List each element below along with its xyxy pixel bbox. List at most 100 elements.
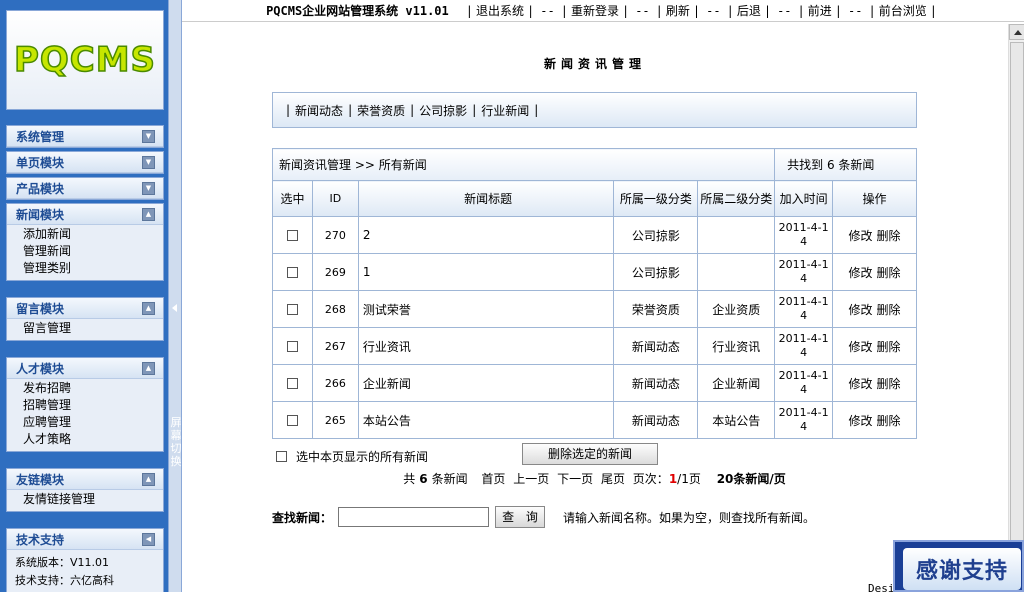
separator: | xyxy=(621,3,630,18)
menu-head-label: 新闻模块 xyxy=(16,207,65,222)
row-category1: 公司掠影 xyxy=(613,253,699,291)
menu-item-message-manage[interactable]: 留言管理 xyxy=(23,320,163,337)
separator: | xyxy=(560,3,568,18)
edit-link[interactable]: 修改 xyxy=(849,377,873,391)
delete-link[interactable]: 删除 xyxy=(877,377,901,391)
menu-head-label: 人才模块 xyxy=(16,361,65,376)
breadcrumb: 新闻资讯管理 >> 所有新闻 xyxy=(271,148,776,181)
pager-total-pages: /1页 xyxy=(677,472,701,486)
search-button[interactable]: 查 询 xyxy=(495,506,546,528)
menu-item-application-manage[interactable]: 应聘管理 xyxy=(23,414,163,431)
pager-prev[interactable]: 上一页 xyxy=(513,472,549,486)
front-preview-link[interactable]: 前台浏览 xyxy=(879,2,927,19)
row-time: 2011-4-14 xyxy=(774,290,834,328)
edit-link[interactable]: 修改 xyxy=(849,340,873,354)
row-category1: 新闻动态 xyxy=(613,401,699,439)
menu-head-news[interactable]: 新闻模块 ▲ xyxy=(7,204,163,225)
thanks-badge[interactable]: 感谢支持 xyxy=(893,540,1024,592)
row-checkbox[interactable] xyxy=(286,378,298,389)
edit-link[interactable]: 修改 xyxy=(849,303,873,317)
menu-items: 友情链接管理 xyxy=(7,490,163,511)
row-id: 268 xyxy=(311,290,359,328)
menu-item-job-manage[interactable]: 招聘管理 xyxy=(23,397,163,414)
row-checkbox[interactable] xyxy=(286,230,298,241)
chevron-up-icon[interactable]: ▲ xyxy=(142,361,155,375)
edit-link[interactable]: 修改 xyxy=(849,414,873,428)
menu-head-talent[interactable]: 人才模块 ▲ xyxy=(7,358,163,379)
pager-next[interactable]: 下一页 xyxy=(557,472,593,486)
category-link[interactable]: 新闻动态 xyxy=(295,102,343,119)
chevron-up-icon[interactable]: ▲ xyxy=(142,301,155,315)
menu-item-add-news[interactable]: 添加新闻 xyxy=(23,226,163,243)
select-all-checkbox[interactable] xyxy=(276,451,287,462)
row-actions: 修改 删除 xyxy=(832,401,917,439)
menu-head-support[interactable]: 技术支持 ◀ xyxy=(7,529,163,550)
menu-head-label: 产品模块 xyxy=(16,181,65,196)
chevron-down-icon[interactable]: ▼ xyxy=(142,181,155,195)
table-row: 269 1 公司掠影 2011-4-14 修改 删除 xyxy=(272,253,917,291)
table-row: 267 行业资讯 新闻动态 行业资讯 2011-4-14 修改 删除 xyxy=(272,327,917,365)
menu-head-system[interactable]: 系统管理 ▼ xyxy=(7,126,163,147)
vertical-scrollbar[interactable] xyxy=(1008,24,1024,592)
chevron-left-icon[interactable]: ◀ xyxy=(142,532,155,546)
delete-link[interactable]: 删除 xyxy=(877,340,901,354)
chevron-up-icon[interactable]: ▲ xyxy=(142,207,155,221)
pager-total: 6 xyxy=(419,472,428,486)
chevron-up-icon[interactable]: ▲ xyxy=(142,472,155,486)
column-header-actions: 操作 xyxy=(832,180,917,217)
category-link[interactable]: 行业新闻 xyxy=(481,102,529,119)
search-input[interactable] xyxy=(338,507,490,527)
menu-item-talent-strategy[interactable]: 人才策略 xyxy=(23,431,163,448)
pager-per-page: 20条新闻/页 xyxy=(716,472,786,486)
select-all[interactable]: 选中本页显示的所有新闻 xyxy=(276,448,428,465)
menu-head-message[interactable]: 留言模块 ▲ xyxy=(7,298,163,319)
row-select-cell xyxy=(272,401,313,439)
row-category2 xyxy=(697,216,776,254)
screen-switch-label[interactable]: 屏幕切换 xyxy=(170,416,182,468)
separator: | xyxy=(465,3,473,18)
row-checkbox[interactable] xyxy=(286,304,298,315)
menu-head-label: 系统管理 xyxy=(16,129,65,144)
menu-item-friend-links[interactable]: 友情链接管理 xyxy=(23,491,163,508)
menu-head-links[interactable]: 友链模块 ▲ xyxy=(7,469,163,490)
menu-item-manage-news[interactable]: 管理新闻 xyxy=(23,243,163,260)
table-header-row: 选中 ID 新闻标题 所属一级分类 所属二级分类 加入时间 操作 xyxy=(272,180,917,217)
row-time: 2011-4-14 xyxy=(774,216,834,254)
delete-link[interactable]: 删除 xyxy=(877,303,901,317)
menu-group-product: 产品模块 ▼ xyxy=(6,177,164,200)
delete-selected-button[interactable]: 删除选定的新闻 xyxy=(522,443,658,465)
chevron-down-icon[interactable]: ▼ xyxy=(142,129,155,143)
edit-link[interactable]: 修改 xyxy=(849,229,873,243)
column-header-select: 选中 xyxy=(272,180,313,217)
screen-switch-bar[interactable]: 屏幕切换 xyxy=(168,0,182,592)
category-link[interactable]: 荣誉资质 xyxy=(357,102,405,119)
edit-link[interactable]: 修改 xyxy=(849,266,873,280)
row-category1: 公司掠影 xyxy=(613,216,699,254)
chevron-down-icon[interactable]: ▼ xyxy=(142,155,155,169)
row-checkbox[interactable] xyxy=(286,341,298,352)
scroll-thumb[interactable] xyxy=(1010,42,1024,542)
refresh-link[interactable]: 刷新 xyxy=(666,2,690,19)
pager-last[interactable]: 尾页 xyxy=(601,472,625,486)
delete-link[interactable]: 删除 xyxy=(877,414,901,428)
back-link[interactable]: 后退 xyxy=(737,2,761,19)
menu-group-page: 单页模块 ▼ xyxy=(6,151,164,174)
row-checkbox[interactable] xyxy=(286,415,298,426)
delete-link[interactable]: 删除 xyxy=(877,229,901,243)
forward-link[interactable]: 前进 xyxy=(808,2,832,19)
row-category2: 本站公告 xyxy=(697,401,776,439)
pager-first[interactable]: 首页 xyxy=(481,472,505,486)
relogin-link[interactable]: 重新登录 xyxy=(571,2,619,19)
delete-link[interactable]: 删除 xyxy=(877,266,901,280)
arrow-left-icon[interactable] xyxy=(172,304,177,312)
logout-link[interactable]: 退出系统 xyxy=(476,2,524,19)
row-category2: 行业资讯 xyxy=(697,327,776,365)
row-title: 2 xyxy=(357,216,615,254)
menu-head-page[interactable]: 单页模块 ▼ xyxy=(7,152,163,173)
row-checkbox[interactable] xyxy=(286,267,298,278)
menu-head-product[interactable]: 产品模块 ▼ xyxy=(7,178,163,199)
category-link[interactable]: 公司掠影 xyxy=(419,102,467,119)
menu-item-manage-categories[interactable]: 管理类别 xyxy=(23,260,163,277)
menu-item-post-job[interactable]: 发布招聘 xyxy=(23,380,163,397)
scroll-up-button[interactable] xyxy=(1009,24,1024,40)
